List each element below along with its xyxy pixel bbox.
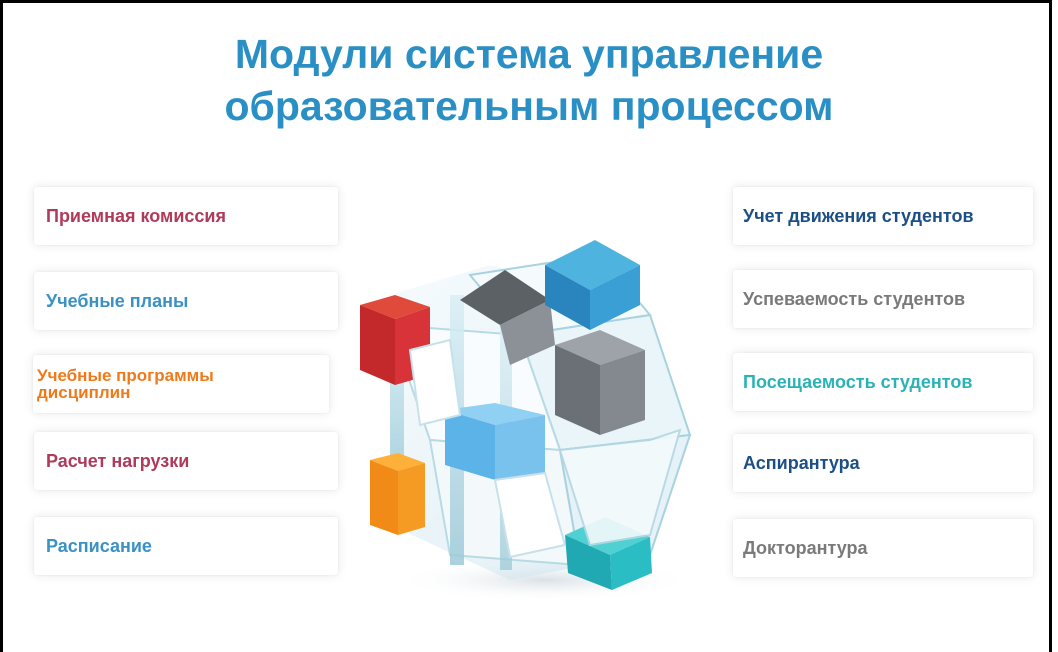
page-title: Модули система управление образовательны… xyxy=(0,28,1058,132)
module-label: Расчет нагрузки xyxy=(46,451,190,471)
module-student-attendance[interactable]: Посещаемость студентов xyxy=(733,353,1033,411)
cube-icon xyxy=(360,240,695,602)
module-label: Расписание xyxy=(46,536,152,556)
module-label: Учебные программы дисциплин xyxy=(37,366,214,402)
page-title-text: Модули система управление образовательны… xyxy=(224,31,834,129)
module-student-performance[interactable]: Успеваемость студентов xyxy=(733,270,1033,328)
module-doctoral[interactable]: Докторантура xyxy=(733,519,1033,577)
module-label: Успеваемость студентов xyxy=(743,289,966,309)
module-postgraduate[interactable]: Аспирантура xyxy=(733,434,1033,492)
module-student-movement[interactable]: Учет движения студентов xyxy=(733,187,1033,245)
module-workload[interactable]: Расчет нагрузки xyxy=(34,432,338,490)
module-label: Посещаемость студентов xyxy=(743,372,973,392)
module-admission[interactable]: Приемная комиссия xyxy=(34,187,338,245)
cube-illustration xyxy=(350,235,730,605)
module-course-programs[interactable]: Учебные программы дисциплин xyxy=(33,355,329,413)
module-label: Учет движения студентов xyxy=(743,206,974,226)
module-label: Приемная комиссия xyxy=(46,206,226,226)
module-label: Докторантура xyxy=(743,538,868,558)
module-label: Аспирантура xyxy=(743,453,860,473)
module-label: Учебные планы xyxy=(46,291,189,311)
module-schedule[interactable]: Расписание xyxy=(34,517,338,575)
module-study-plans[interactable]: Учебные планы xyxy=(34,272,338,330)
